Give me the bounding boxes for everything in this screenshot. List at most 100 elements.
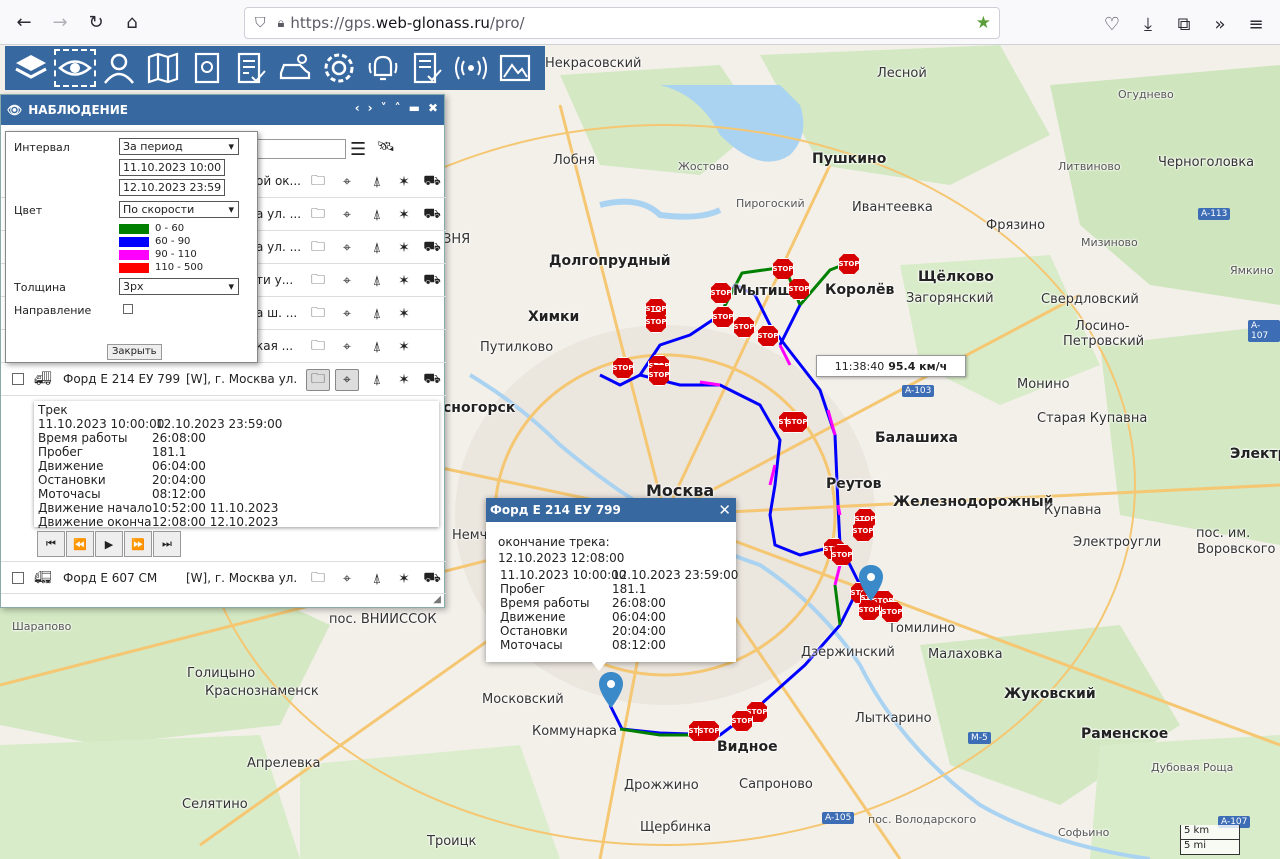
folder-icon[interactable]: 🗀 xyxy=(306,568,330,590)
skip-start-icon[interactable]: ⏮ xyxy=(37,531,65,557)
info-stat: Движение 06:04:00 xyxy=(500,610,666,624)
car-icon[interactable]: ⛟ xyxy=(420,204,444,226)
settings-icon[interactable] xyxy=(317,48,361,88)
minimize-icon[interactable]: ▬ xyxy=(409,101,420,115)
map-icon[interactable] xyxy=(141,48,185,88)
track-icon[interactable]: ⌖ xyxy=(335,270,359,292)
satellite-icon[interactable]: ✶ xyxy=(392,237,416,259)
prev-icon[interactable]: ‹ xyxy=(355,101,360,115)
folder-icon[interactable]: 🗀 xyxy=(306,204,330,226)
track-icon[interactable]: ⌖ xyxy=(335,303,359,325)
checklist-icon[interactable] xyxy=(405,48,449,88)
date-from-input[interactable]: 11.10.2023 10:00 xyxy=(119,159,225,176)
close-icon[interactable]: ✕ xyxy=(718,501,731,519)
skip-end-icon[interactable]: ⏭ xyxy=(153,531,181,557)
place-label: Софьино xyxy=(1058,826,1110,839)
close-button[interactable]: Закрыть xyxy=(107,344,162,360)
vehicle-checkbox[interactable] xyxy=(12,571,24,584)
search-input[interactable] xyxy=(256,139,346,159)
vehicle-row[interactable]: 🚛︎ Форд Е 607 СМ [W], г. Москва ул... 🗀 … xyxy=(1,561,446,594)
bookmark-star-icon[interactable]: ★ xyxy=(976,13,991,33)
layers-icon[interactable] xyxy=(9,48,53,88)
user-icon[interactable] xyxy=(97,48,141,88)
reload-icon[interactable]: ↻ xyxy=(78,4,114,40)
rewind-icon[interactable]: ⏪ xyxy=(66,531,94,557)
signal-icon[interactable] xyxy=(449,48,493,88)
satellite-icon[interactable]: ✶ xyxy=(392,303,416,325)
folder-icon[interactable]: 🗀 xyxy=(306,303,330,325)
next-icon[interactable]: › xyxy=(368,101,373,115)
back-icon[interactable]: ← xyxy=(6,4,42,40)
track-icon[interactable]: ⌖ xyxy=(335,204,359,226)
vehicle-row[interactable]: 🚚︎ Форд Е 214 ЕУ 799 [W], г. Москва ул..… xyxy=(1,363,446,396)
antenna-icon[interactable]: ⍋ xyxy=(365,270,389,292)
trip-stat: Время работы 26:08:00 xyxy=(38,431,435,445)
notifications-icon[interactable] xyxy=(361,48,405,88)
satellite-icon[interactable]: ✶ xyxy=(392,336,416,358)
satellite-icon[interactable]: ✶ xyxy=(392,568,416,590)
track-icon[interactable]: ⌖ xyxy=(335,171,359,193)
car-icon[interactable]: ⛟ xyxy=(420,237,444,259)
info-title: Форд Е 214 ЕУ 799 xyxy=(486,498,736,522)
folder-icon[interactable]: 🗀 xyxy=(306,336,330,358)
vehicle-checkbox[interactable] xyxy=(12,373,24,385)
extensions-icon[interactable]: ⧉ xyxy=(1166,6,1202,42)
interval-select[interactable]: За период xyxy=(119,138,239,155)
overflow-icon[interactable]: » xyxy=(1202,6,1238,42)
address-bar[interactable]: ⛉ 🔒︎ https://gps.web-glonass.ru/pro/ ★ xyxy=(244,7,1000,39)
play-icon[interactable]: ▶ xyxy=(95,531,123,557)
chevron-down-icon[interactable]: ˅ xyxy=(381,101,387,115)
satellite-icon[interactable]: ✶ xyxy=(392,270,416,292)
track-icon[interactable]: ⌖ xyxy=(335,237,359,259)
place-label: пос. ВНИИССОК xyxy=(329,612,437,627)
end-pin-icon[interactable] xyxy=(599,672,623,708)
car-icon[interactable]: ⛟ xyxy=(420,568,444,590)
direction-checkbox[interactable] xyxy=(123,304,133,314)
forward-icon[interactable]: → xyxy=(42,4,78,40)
satellite-icon[interactable]: 🛰︎ xyxy=(377,139,395,155)
close-icon[interactable]: ✖ xyxy=(428,101,438,115)
satellite-icon[interactable]: ✶ xyxy=(392,171,416,193)
folder-icon[interactable]: 🗀 xyxy=(306,237,330,259)
car-icon[interactable]: ⛟ xyxy=(420,270,444,292)
reports-icon[interactable] xyxy=(185,48,229,88)
image-icon[interactable] xyxy=(493,48,537,88)
fast-forward-icon[interactable]: ⏩ xyxy=(124,531,152,557)
antenna-icon[interactable]: ⍋ xyxy=(365,336,389,358)
car-icon[interactable]: ⛟ xyxy=(420,369,444,391)
satellite-icon[interactable]: ✶ xyxy=(392,204,416,226)
tasks-icon[interactable] xyxy=(229,48,273,88)
antenna-icon[interactable]: ⍋ xyxy=(365,568,389,590)
track-icon[interactable]: ⌖ xyxy=(335,336,359,358)
track-info-popup: Форд Е 214 ЕУ 799 ✕ окончание трека: 12.… xyxy=(486,498,738,662)
folder-icon[interactable]: 🗀 xyxy=(306,270,330,292)
place-label: сногорск xyxy=(443,400,516,416)
car-icon[interactable]: ⛟ xyxy=(420,171,444,193)
track-icon[interactable]: ⌖ xyxy=(335,369,359,391)
color-select[interactable]: По скорости xyxy=(119,201,239,218)
antenna-icon[interactable]: ⍋ xyxy=(365,369,389,391)
eye-icon[interactable] xyxy=(53,48,97,88)
download-icon[interactable]: ⤓ xyxy=(1130,6,1166,42)
folder-icon[interactable]: 🗀 xyxy=(306,369,330,391)
antenna-icon[interactable]: ⍋ xyxy=(365,204,389,226)
list-icon[interactable]: ☰ xyxy=(350,139,366,160)
start-pin-icon[interactable] xyxy=(859,565,883,601)
thickness-select[interactable]: 3px xyxy=(119,278,239,295)
menu-icon[interactable]: ≡ xyxy=(1238,6,1274,42)
track-icon[interactable]: ⌖ xyxy=(335,568,359,590)
resize-handle-icon[interactable]: ◢ xyxy=(433,594,441,605)
speed-tooltip: 11:38:40 95.4 км/ч xyxy=(816,355,966,377)
home-icon[interactable]: ⌂ xyxy=(114,4,150,40)
antenna-icon[interactable]: ⍋ xyxy=(365,171,389,193)
chevron-up-icon[interactable]: ˄ xyxy=(395,101,401,115)
date-to-input[interactable]: 12.10.2023 23:59 xyxy=(119,179,225,196)
info-stat-value: 20:04:00 xyxy=(612,624,666,638)
car-sensor-icon[interactable] xyxy=(273,48,317,88)
antenna-icon[interactable]: ⍋ xyxy=(365,237,389,259)
antenna-icon[interactable]: ⍋ xyxy=(365,303,389,325)
satellite-icon[interactable]: ✶ xyxy=(392,369,416,391)
folder-icon[interactable]: 🗀 xyxy=(306,171,330,193)
legend-swatch xyxy=(119,223,149,234)
pocket-icon[interactable]: ♡ xyxy=(1094,6,1130,42)
